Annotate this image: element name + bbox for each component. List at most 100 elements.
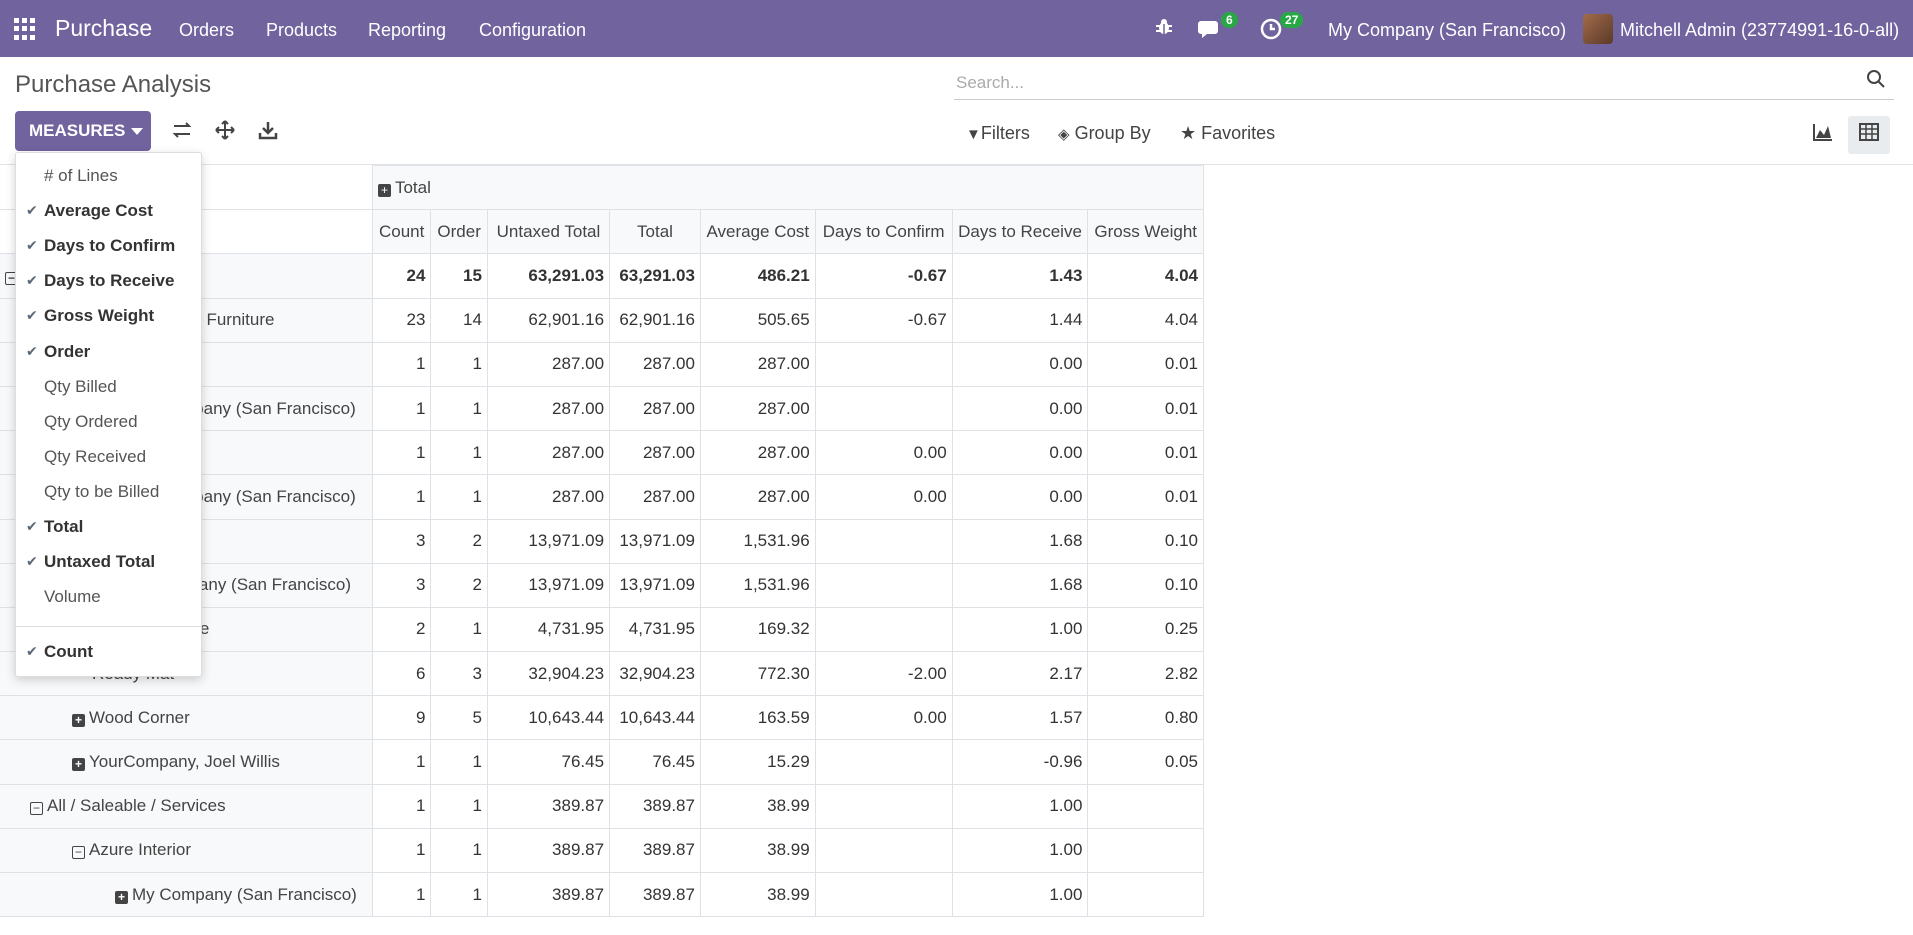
measure-option[interactable]: ✔ Average Cost xyxy=(16,194,201,228)
cell-value[interactable]: 0.00 xyxy=(951,385,1089,432)
cell-value[interactable]: 1 xyxy=(430,385,488,432)
cell-value[interactable]: 63,291.03 xyxy=(609,253,701,299)
cell-value[interactable]: 1,531.96 xyxy=(699,562,816,608)
cell-value[interactable]: 1.44 xyxy=(951,297,1089,343)
filters-toggle[interactable]: ▼Filters xyxy=(966,123,1030,144)
chat-icon[interactable] xyxy=(1198,18,1222,46)
debug-bug-icon[interactable] xyxy=(1154,17,1174,43)
cell-value[interactable]: 38.99 xyxy=(699,871,816,918)
cell-value[interactable]: 163.59 xyxy=(699,695,816,741)
cell-value[interactable]: 4.04 xyxy=(1087,253,1204,299)
cell-value[interactable]: 1 xyxy=(371,783,432,829)
cell-value[interactable]: 6 xyxy=(371,651,432,697)
expand-all-icon[interactable] xyxy=(215,120,235,146)
cell-value[interactable]: 1 xyxy=(371,430,432,476)
cell-value[interactable]: 14 xyxy=(430,297,488,343)
cell-value[interactable]: 1 xyxy=(430,606,488,653)
measure-option[interactable]: ✔ Gross Weight xyxy=(16,299,201,333)
cell-value[interactable]: 13,971.09 xyxy=(486,562,611,608)
cell-value[interactable]: 1.68 xyxy=(951,518,1089,564)
cell-value[interactable]: 1.00 xyxy=(951,827,1089,874)
cell-value[interactable]: 287.00 xyxy=(609,474,701,520)
cell-value[interactable] xyxy=(814,783,953,829)
cell-value[interactable]: 38.99 xyxy=(699,783,816,829)
cell-value[interactable]: -0.67 xyxy=(814,297,953,343)
menu-reporting[interactable]: Reporting xyxy=(368,20,446,41)
pivot-view-button[interactable] xyxy=(1848,116,1890,154)
cell-value[interactable]: 287.00 xyxy=(699,341,816,387)
cell-value[interactable]: 0.00 xyxy=(951,474,1089,520)
col-group-header[interactable]: + Total xyxy=(371,164,1205,211)
collapse-icon[interactable]: + xyxy=(377,183,391,197)
cell-value[interactable]: 1 xyxy=(371,385,432,432)
measure-option[interactable]: Qty Ordered xyxy=(16,405,201,439)
cell-value[interactable]: 1.00 xyxy=(951,606,1089,653)
cell-value[interactable]: 287.00 xyxy=(486,385,611,432)
cell-value[interactable]: 287.00 xyxy=(699,430,816,476)
cell-value[interactable]: 13,971.09 xyxy=(609,562,701,608)
search-input[interactable]: Search... xyxy=(956,73,1024,93)
cell-value[interactable]: 13,971.09 xyxy=(609,518,701,564)
col-header-total[interactable]: Total xyxy=(609,209,701,255)
search-icon[interactable] xyxy=(1866,69,1888,91)
cell-value[interactable] xyxy=(1087,871,1204,918)
cell-value[interactable]: 1 xyxy=(371,739,432,785)
col-header-days-to-receive[interactable]: Days to Receive xyxy=(951,209,1089,255)
cell-value[interactable]: 772.30 xyxy=(699,651,816,697)
cell-value[interactable]: 23 xyxy=(371,297,432,343)
cell-value[interactable]: 3 xyxy=(371,562,432,608)
cell-value[interactable]: 486.21 xyxy=(699,253,816,299)
menu-orders[interactable]: Orders xyxy=(179,20,234,41)
cell-value[interactable]: 287.00 xyxy=(486,474,611,520)
cell-value[interactable]: 389.87 xyxy=(609,871,701,918)
cell-value[interactable] xyxy=(1087,827,1204,874)
cell-value[interactable]: 389.87 xyxy=(486,827,611,874)
expand-plus-icon[interactable]: + xyxy=(115,890,128,904)
cell-value[interactable]: 62,901.16 xyxy=(486,297,611,343)
col-header-gross-weight[interactable]: Gross Weight xyxy=(1087,209,1204,255)
cell-value[interactable] xyxy=(814,871,953,918)
cell-value[interactable]: 287.00 xyxy=(699,474,816,520)
cell-value[interactable]: 1 xyxy=(371,474,432,520)
cell-value[interactable]: 1 xyxy=(430,783,488,829)
cell-value[interactable]: 62,901.16 xyxy=(609,297,701,343)
row-header[interactable]: + My Company (San Francisco) xyxy=(0,871,373,918)
cell-value[interactable]: 63,291.03 xyxy=(486,253,611,299)
cell-value[interactable]: 0.25 xyxy=(1087,606,1204,653)
cell-value[interactable]: 0.05 xyxy=(1087,739,1204,785)
cell-value[interactable]: 1 xyxy=(430,871,488,918)
cell-value[interactable]: 76.45 xyxy=(609,739,701,785)
cell-value[interactable]: 1.68 xyxy=(951,562,1089,608)
cell-value[interactable]: 1 xyxy=(371,827,432,874)
groupby-toggle[interactable]: ◈ Group By xyxy=(1058,123,1151,144)
cell-value[interactable] xyxy=(814,385,953,432)
cell-value[interactable]: 76.45 xyxy=(486,739,611,785)
measure-option[interactable]: ✔ Untaxed Total xyxy=(16,545,201,579)
menu-configuration[interactable]: Configuration xyxy=(479,20,586,41)
cell-value[interactable]: 2.82 xyxy=(1087,651,1204,697)
measure-option[interactable]: Volume xyxy=(16,580,201,614)
cell-value[interactable]: 3 xyxy=(371,518,432,564)
row-header[interactable]: + Wood Corner xyxy=(0,695,373,741)
search-bar[interactable]: Search... xyxy=(954,65,1894,100)
cell-value[interactable]: -2.00 xyxy=(814,651,953,697)
cell-value[interactable] xyxy=(814,606,953,653)
col-header-untaxed-total[interactable]: Untaxed Total xyxy=(486,209,611,255)
measure-option-count[interactable]: ✔ Count xyxy=(16,635,201,669)
cell-value[interactable]: 24 xyxy=(371,253,432,299)
cell-value[interactable]: 4,731.95 xyxy=(486,606,611,653)
cell-value[interactable]: 389.87 xyxy=(486,871,611,918)
apps-menu-icon[interactable] xyxy=(14,18,36,40)
col-header-average-cost[interactable]: Average Cost xyxy=(699,209,816,255)
cell-value[interactable]: 15 xyxy=(430,253,488,299)
row-header[interactable]: − All / Saleable / Services xyxy=(0,783,373,829)
cell-value[interactable]: 5 xyxy=(430,695,488,741)
cell-value[interactable]: 1 xyxy=(371,871,432,918)
col-header-order[interactable]: Order xyxy=(430,209,488,255)
cell-value[interactable]: 2 xyxy=(430,562,488,608)
activity-clock-icon[interactable] xyxy=(1260,18,1282,46)
cell-value[interactable]: 9 xyxy=(371,695,432,741)
cell-value[interactable] xyxy=(814,562,953,608)
cell-value[interactable]: 1 xyxy=(430,474,488,520)
cell-value[interactable]: 32,904.23 xyxy=(486,651,611,697)
